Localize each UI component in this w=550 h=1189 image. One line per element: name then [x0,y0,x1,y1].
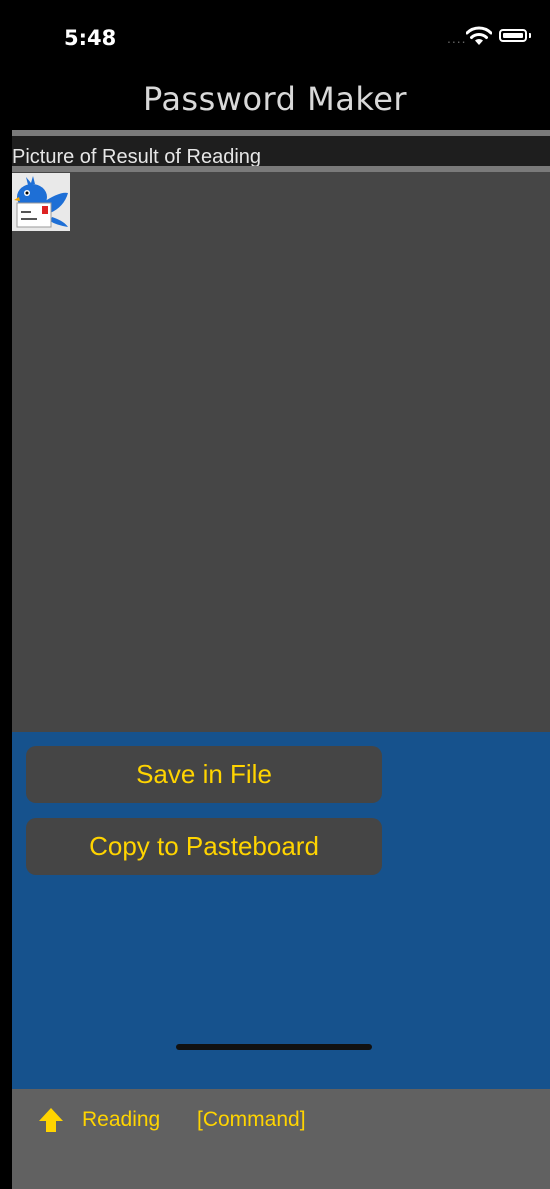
separator [12,166,550,172]
home-indicator [176,1044,372,1050]
battery-icon [499,29,527,42]
copy-to-pasteboard-button[interactable]: Copy to Pasteboard [26,818,382,875]
battery-cap [529,33,531,38]
home-arrow-icon[interactable] [38,1106,64,1134]
action-panel: Save in File Copy to Pasteboard [12,732,550,1089]
toolbar-reading-link[interactable]: Reading [82,1108,160,1132]
cellular-signal-icon: .... [447,30,467,46]
bottom-toolbar: Reading [Command] [12,1089,550,1189]
bird-mail-icon [12,173,70,231]
page-title: Password Maker [142,80,408,118]
result-thumbnail[interactable] [12,173,70,231]
status-bar: 5:48 .... [0,0,550,70]
wifi-icon [466,26,492,45]
toolbar-command-link[interactable]: [Command] [197,1108,306,1132]
result-content: Picture of Result of Reading Save in Fil… [12,130,550,1189]
status-time: 5:48 [64,26,117,50]
navigation-bar: Password Maker [0,70,550,130]
save-in-file-button[interactable]: Save in File [26,746,382,803]
section-header: Picture of Result of Reading [12,136,550,168]
